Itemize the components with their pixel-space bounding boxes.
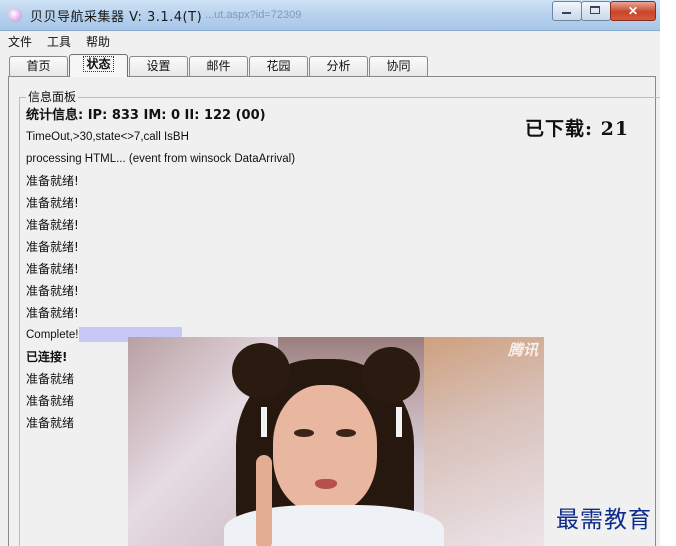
log-line: 准备就绪! xyxy=(26,240,79,254)
main-window: 贝贝导航采集器 V: 3.1.4(T) ...ut.aspx?id=72309 … xyxy=(0,0,660,546)
tab-status[interactable]: 状态 xyxy=(69,54,128,77)
app-icon xyxy=(8,8,22,22)
video-frame-image: 腾讯 xyxy=(128,337,544,546)
downloaded-count: 已下载: 21 xyxy=(525,118,630,140)
log-line-complete-text: Complete! xyxy=(26,329,79,341)
tab-garden[interactable]: 花园 xyxy=(249,56,308,76)
tab-home-label: 首页 xyxy=(26,59,51,73)
statistics-line: 统计信息: IP: 833 IM: 0 II: 122 (00) xyxy=(26,108,266,123)
log-line: 准备就绪! xyxy=(26,196,79,210)
tab-mail[interactable]: 邮件 xyxy=(189,56,248,76)
tab-garden-label: 花园 xyxy=(266,59,291,73)
photo-tassel-left xyxy=(261,407,267,437)
photo-eye-left xyxy=(294,429,314,437)
photo-eye-right xyxy=(336,429,356,437)
tab-settings-label: 设置 xyxy=(146,59,171,73)
minimize-icon xyxy=(562,12,571,14)
photo-hair-bun-left xyxy=(232,343,290,399)
log-line: 准备就绪! xyxy=(26,218,79,232)
photo-face xyxy=(273,385,377,513)
close-button[interactable]: ✕ xyxy=(610,1,656,21)
video-logo: 腾讯 xyxy=(507,341,538,359)
photo-mouth xyxy=(315,479,337,489)
title-bar[interactable]: 贝贝导航采集器 V: 3.1.4(T) ...ut.aspx?id=72309 … xyxy=(0,0,660,31)
window-controls: ✕ xyxy=(552,1,656,21)
log-line: 准备就绪! xyxy=(26,284,79,298)
maximize-icon xyxy=(590,6,600,14)
tab-settings[interactable]: 设置 xyxy=(129,56,188,76)
tab-collab[interactable]: 协同 xyxy=(369,56,428,76)
window-title-ghost: ...ut.aspx?id=72309 xyxy=(205,9,302,21)
watermark-text: 最需教育 xyxy=(556,507,652,533)
menu-file[interactable]: 文件 xyxy=(0,31,39,50)
window-title: 贝贝导航采集器 V: 3.1.4(T) xyxy=(30,10,203,25)
log-line: 准备就绪! xyxy=(26,306,79,320)
tab-mail-label: 邮件 xyxy=(206,59,231,73)
photo-tassel-right xyxy=(396,407,402,437)
minimize-button[interactable] xyxy=(552,1,582,21)
log-line: 准备就绪! xyxy=(26,174,79,188)
tab-home[interactable]: 首页 xyxy=(9,56,68,76)
log-line: processing HTML... (event from winsock D… xyxy=(26,153,296,165)
menu-help[interactable]: 帮助 xyxy=(78,31,117,50)
log-line: 准备就绪! xyxy=(26,262,79,276)
close-icon: ✕ xyxy=(627,4,639,18)
info-panel-legend: 信息面板 xyxy=(26,88,79,105)
tab-collab-label: 协同 xyxy=(386,59,411,73)
menu-bar: 文件 工具 帮助 xyxy=(0,31,660,51)
menu-tools[interactable]: 工具 xyxy=(39,31,78,50)
tab-analysis[interactable]: 分析 xyxy=(309,56,368,76)
photo-hair-bun-right xyxy=(362,347,420,403)
tab-status-label: 状态 xyxy=(83,56,114,72)
tab-analysis-label: 分析 xyxy=(326,59,351,73)
photo-finger xyxy=(256,455,272,546)
maximize-button[interactable] xyxy=(581,1,611,21)
log-line: TimeOut,>30,state<>7,call IsBH xyxy=(26,131,189,143)
photo-background-right xyxy=(424,337,544,546)
